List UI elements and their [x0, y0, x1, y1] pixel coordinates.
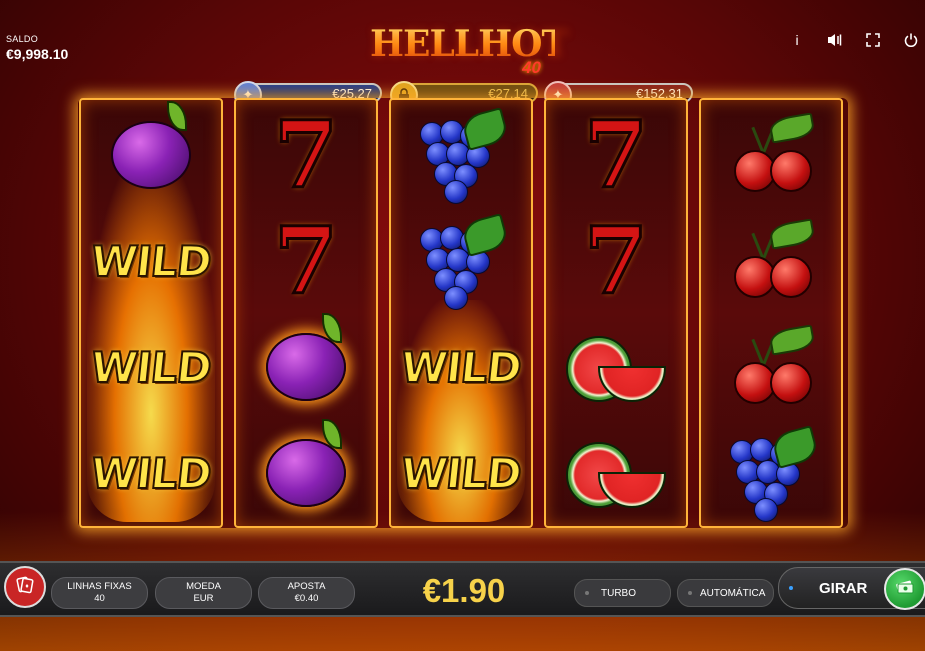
cards-icon: [15, 575, 35, 600]
lines-label: LINHAS FIXAS: [67, 581, 132, 592]
lines-selector[interactable]: LINHAS FIXAS 40: [51, 577, 148, 609]
symbol-seven: 7: [582, 101, 649, 209]
symbol-watermelon: [546, 420, 686, 526]
symbol-wild: WILD: [398, 448, 525, 499]
bet-label: APOSTA: [287, 581, 326, 592]
fullscreen-icon[interactable]: [865, 32, 881, 48]
reel-5: [699, 98, 843, 528]
autoplay-toggle[interactable]: AUTOMÁTICA: [677, 579, 774, 607]
reel-4: 7 7: [544, 98, 688, 528]
coin-selector[interactable]: MOEDA EUR: [155, 577, 252, 609]
reel-3: WILD WILD: [389, 98, 533, 528]
balance: SALDO €9,998.10: [6, 34, 68, 62]
symbol-plum: [81, 101, 221, 208]
symbol-wild: WILD: [88, 448, 215, 499]
cash-icon: [895, 579, 915, 600]
symbol-cherries: [701, 208, 841, 314]
spin-indicator: [789, 586, 793, 590]
symbol-grapes: [391, 102, 531, 208]
spin-circle-button[interactable]: [884, 568, 925, 610]
reel-1: WILD WILD WILD: [79, 98, 223, 528]
bet-value: €0.40: [294, 593, 319, 604]
autoplay-indicator: [688, 591, 692, 595]
symbol-wild: WILD: [88, 342, 215, 393]
menu-button[interactable]: [4, 566, 46, 608]
symbol-grapes: [701, 420, 841, 526]
balance-label: SALDO: [6, 34, 39, 44]
symbol-wild: WILD: [88, 236, 215, 287]
balance-value: €9,998.10: [6, 46, 69, 62]
symbol-watermelon: [546, 314, 686, 420]
symbol-seven: 7: [272, 101, 339, 209]
symbol-cherries: [701, 314, 841, 420]
sound-icon[interactable]: [827, 32, 843, 48]
turbo-indicator: [585, 591, 589, 595]
info-icon[interactable]: i: [789, 32, 805, 48]
total-bet-display: €1.90: [422, 572, 506, 609]
power-icon[interactable]: [903, 32, 919, 48]
coin-label: MOEDA: [186, 581, 221, 592]
lines-value: 40: [94, 593, 105, 604]
symbol-seven: 7: [272, 207, 339, 315]
turbo-label: TURBO: [601, 587, 636, 599]
coin-value: EUR: [193, 593, 214, 604]
spin-label: GIRAR: [819, 579, 868, 597]
symbol-wild: WILD: [398, 342, 525, 393]
game-logo: HELLHOT 40: [370, 24, 568, 84]
logo-number: 40: [522, 58, 541, 77]
bet-selector[interactable]: APOSTA €0.40: [258, 577, 355, 609]
top-toolbar: i: [789, 32, 919, 48]
turbo-toggle[interactable]: TURBO: [574, 579, 671, 607]
autoplay-label: AUTOMÁTICA: [700, 587, 766, 599]
symbol-seven: 7: [582, 207, 649, 315]
symbol-cherries: [701, 102, 841, 208]
reel-2: 7 7: [234, 98, 378, 528]
symbol-grapes: [391, 208, 531, 314]
symbol-plum: [236, 419, 376, 526]
symbol-plum: [236, 313, 376, 420]
